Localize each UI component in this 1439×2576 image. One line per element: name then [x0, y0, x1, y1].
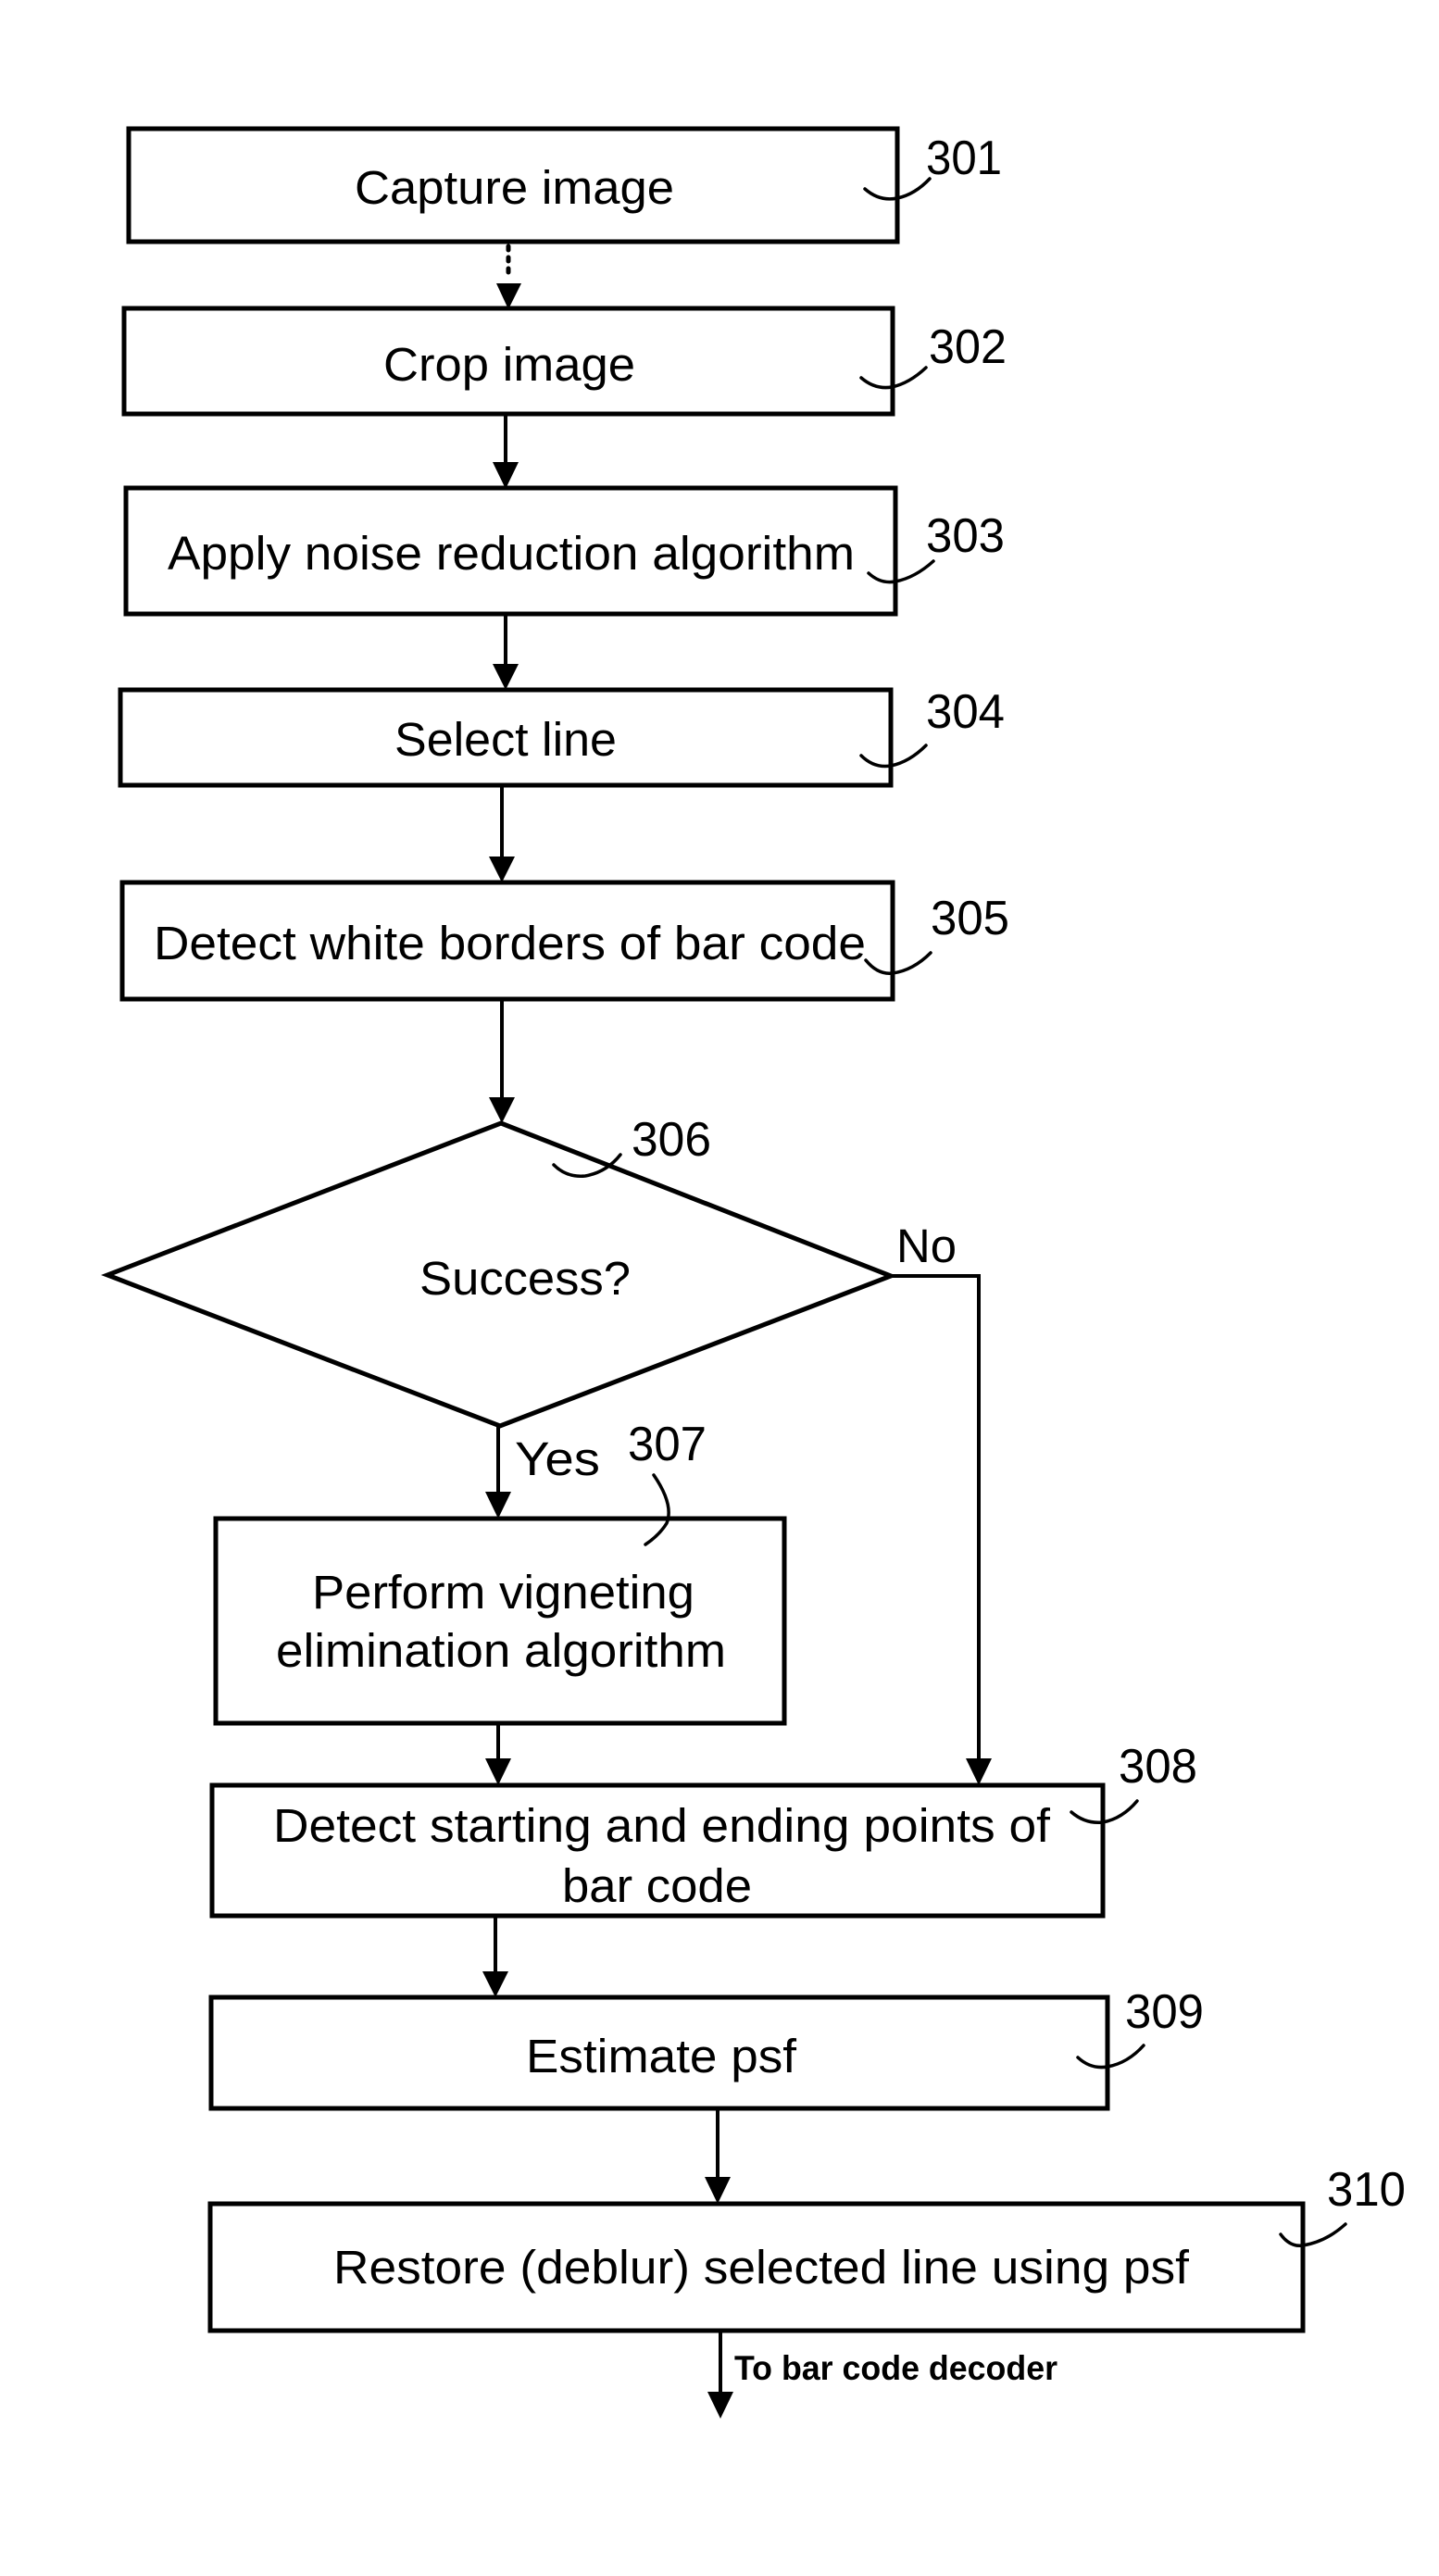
reference-number: 303	[926, 509, 1005, 563]
reference-number: 301	[926, 131, 1002, 185]
reference-number: 306	[632, 1113, 711, 1167]
connector-line	[891, 1274, 981, 1759]
step-label: Detect white borders of bar code	[154, 917, 866, 969]
step-305-detect-white-borders: Detect white borders of bar code 305	[119, 880, 1009, 1002]
step-label: Estimate psf	[526, 2030, 797, 2082]
step-309-estimate-psf: Estimate psf 309	[208, 1985, 1204, 2111]
step-306-decision-success: Success? 306	[101, 1113, 897, 1429]
arrow-308-to-309	[482, 1916, 508, 1997]
arrow-307-to-308	[485, 1723, 511, 1785]
reference-number: 307	[628, 1418, 707, 1471]
step-label: Select line	[394, 713, 617, 766]
reference-number: 308	[1119, 1740, 1197, 1794]
flowchart: Capture image 301 Crop image 302 Apply n…	[101, 126, 1406, 2419]
step-label-line-1: Perform vigneting	[312, 1566, 694, 1619]
arrowhead-icon	[496, 283, 521, 309]
arrowhead-icon	[489, 857, 515, 882]
arrowhead-icon	[489, 1097, 515, 1123]
arrow-309-to-310	[705, 2108, 731, 2204]
step-label: Capture image	[355, 161, 674, 214]
step-label: Restore (deblur) selected line using psf	[333, 2241, 1190, 2294]
branch-yes-label: Yes	[515, 1432, 600, 1485]
step-box	[213, 1516, 787, 1726]
reference-number: 305	[931, 892, 1009, 945]
step-310-restore-deblur: Restore (deblur) selected line using psf…	[207, 2163, 1406, 2333]
arrow-301-to-302	[496, 244, 521, 309]
arrow-303-to-304	[493, 614, 519, 690]
step-label-line-2: elimination algorithm	[276, 1624, 726, 1677]
step-304-select-line: Select line 304	[118, 685, 1005, 788]
arrow-304-to-305	[489, 785, 515, 882]
step-308-detect-start-end-points: Detect starting and ending points of bar…	[209, 1740, 1197, 1919]
reference-number: 309	[1125, 1985, 1204, 2039]
reference-number: 302	[929, 320, 1007, 374]
step-label-line-2: bar code	[562, 1859, 752, 1912]
step-302-crop-image: Crop image 302	[121, 306, 1007, 417]
branch-yes: Yes	[485, 1426, 600, 1519]
arrow-305-to-306	[489, 999, 515, 1123]
arrow-302-to-303	[493, 414, 519, 489]
step-label-line-1: Detect starting and ending points of	[273, 1799, 1051, 1852]
arrowhead-icon	[707, 2392, 733, 2419]
reference-number: 310	[1327, 2163, 1406, 2217]
reference-number: 304	[926, 685, 1005, 739]
step-label: Apply noise reduction algorithm	[168, 527, 855, 580]
exit-to-decoder: To bar code decoder	[707, 2331, 1057, 2419]
step-303-noise-reduction: Apply noise reduction algorithm 303	[123, 485, 1005, 617]
step-301-capture-image: Capture image 301	[126, 126, 1002, 244]
arrowhead-icon	[966, 1758, 992, 1785]
branch-no-label: No	[896, 1219, 957, 1272]
branch-no: No	[891, 1219, 992, 1785]
decision-label: Success?	[419, 1252, 631, 1305]
arrowhead-icon	[493, 664, 519, 690]
arrowhead-icon	[493, 462, 519, 489]
arrowhead-icon	[485, 1758, 511, 1785]
arrowhead-icon	[482, 1971, 508, 1997]
step-label: Crop image	[383, 338, 635, 391]
exit-label: To bar code decoder	[734, 2349, 1057, 2387]
arrowhead-icon	[485, 1492, 511, 1519]
arrowhead-icon	[705, 2177, 731, 2204]
